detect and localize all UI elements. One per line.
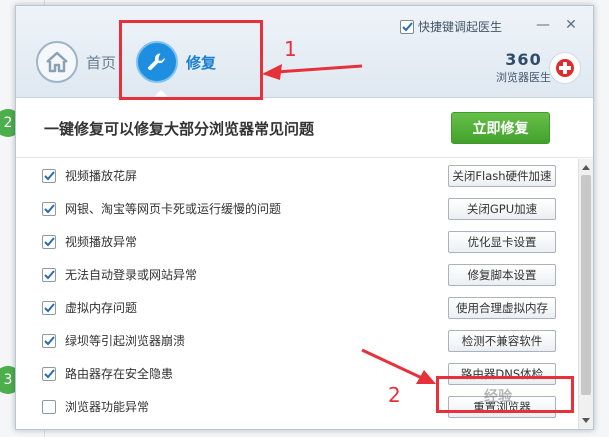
dialog-header: 首页 修复 快捷键调起医生 — ✕ 360 浏览器医生 bbox=[16, 6, 593, 98]
item-label: 浏览器功能异常 bbox=[65, 400, 150, 414]
item-action-button[interactable]: 路由器DNS体检 bbox=[448, 362, 556, 385]
item-checkbox[interactable] bbox=[42, 333, 56, 348]
list-item: 虚拟内存问题 使用合理虚拟内存 bbox=[16, 291, 576, 324]
brand-number: 360 bbox=[505, 50, 542, 69]
item-action-button[interactable]: 关闭GPU加速 bbox=[448, 197, 556, 220]
list-item: 浏览器功能异常 重置浏览器 bbox=[16, 390, 576, 423]
repair-now-button[interactable]: 立即修复 bbox=[451, 112, 550, 144]
minimize-button[interactable]: — bbox=[532, 16, 554, 34]
home-icon bbox=[36, 41, 78, 83]
scrollbar[interactable] bbox=[578, 159, 593, 429]
item-label: 路由器存在安全隐患 bbox=[65, 367, 174, 381]
item-label: 无法自动登录或网站异常 bbox=[65, 268, 198, 282]
repair-banner: 一键修复可以修复大部分浏览器常见问题 立即修复 bbox=[16, 98, 593, 158]
doctor-cross-icon bbox=[549, 52, 581, 84]
scroll-up-icon[interactable] bbox=[582, 165, 590, 170]
item-label: 视频播放花屏 bbox=[65, 169, 138, 183]
hotkey-label: 快捷键调起医生 bbox=[418, 20, 503, 34]
scroll-thumb[interactable] bbox=[581, 175, 591, 395]
list-item: 网银、淘宝等网页卡死或运行缓慢的问题 关闭GPU加速 bbox=[16, 192, 576, 225]
item-label: 视频播放异常 bbox=[65, 235, 138, 249]
tab-home[interactable]: 首页 bbox=[36, 36, 116, 88]
tab-repair[interactable]: 修复 bbox=[136, 36, 216, 88]
list-item: 视频播放异常 优化显卡设置 bbox=[16, 225, 576, 258]
close-button[interactable]: ✕ bbox=[560, 16, 582, 34]
list-item: 视频播放花屏 关闭Flash硬件加速 bbox=[16, 159, 576, 192]
banner-text: 一键修复可以修复大部分浏览器常见问题 bbox=[44, 120, 315, 138]
brand-subtitle: 浏览器医生 bbox=[496, 71, 551, 84]
brand: 360 浏览器医生 bbox=[496, 50, 551, 85]
item-checkbox[interactable] bbox=[42, 399, 56, 414]
item-checkbox[interactable] bbox=[42, 366, 56, 381]
item-checkbox[interactable] bbox=[42, 168, 56, 183]
item-label: 虚拟内存问题 bbox=[65, 301, 138, 315]
item-action-button[interactable]: 使用合理虚拟内存 bbox=[448, 296, 556, 319]
list-item: 绿坝等引起浏览器崩溃 检测不兼容软件 bbox=[16, 324, 576, 357]
wrench-icon bbox=[136, 41, 178, 83]
list-item: 路由器存在安全隐患 路由器DNS体检 bbox=[16, 357, 576, 390]
item-action-button[interactable]: 重置浏览器 bbox=[448, 395, 556, 418]
item-action-button[interactable]: 检测不兼容软件 bbox=[448, 329, 556, 352]
tab-home-label: 首页 bbox=[86, 53, 117, 72]
item-action-button[interactable]: 关闭Flash硬件加速 bbox=[448, 164, 556, 187]
tab-repair-label: 修复 bbox=[186, 53, 217, 72]
active-tab-pointer bbox=[153, 90, 169, 98]
item-checkbox[interactable] bbox=[42, 300, 56, 315]
item-action-button[interactable]: 优化显卡设置 bbox=[448, 230, 556, 253]
hotkey-option[interactable]: 快捷键调起医生 bbox=[400, 18, 502, 35]
item-action-button[interactable]: 修复脚本设置 bbox=[448, 263, 556, 286]
item-checkbox[interactable] bbox=[42, 201, 56, 216]
problem-list: 视频播放花屏 关闭Flash硬件加速网银、淘宝等网页卡死或运行缓慢的问题 关闭GPU… bbox=[16, 159, 576, 429]
item-label: 绿坝等引起浏览器崩溃 bbox=[65, 334, 186, 348]
scroll-down-icon[interactable] bbox=[582, 418, 590, 423]
item-checkbox[interactable] bbox=[42, 267, 56, 282]
hotkey-checkbox[interactable] bbox=[400, 19, 414, 34]
list-item: 无法自动登录或网站异常 修复脚本设置 bbox=[16, 258, 576, 291]
browser-doctor-dialog: 首页 修复 快捷键调起医生 — ✕ 360 浏览器医生 一键修复可以修复大部分浏… bbox=[15, 5, 594, 430]
item-label: 网银、淘宝等网页卡死或运行缓慢的问题 bbox=[65, 202, 282, 216]
screen: 2 3 首页 修复 快捷键调起医生 — ✕ 360 浏览器医生 一键修复可以修复… bbox=[0, 0, 609, 437]
item-checkbox[interactable] bbox=[42, 234, 56, 249]
